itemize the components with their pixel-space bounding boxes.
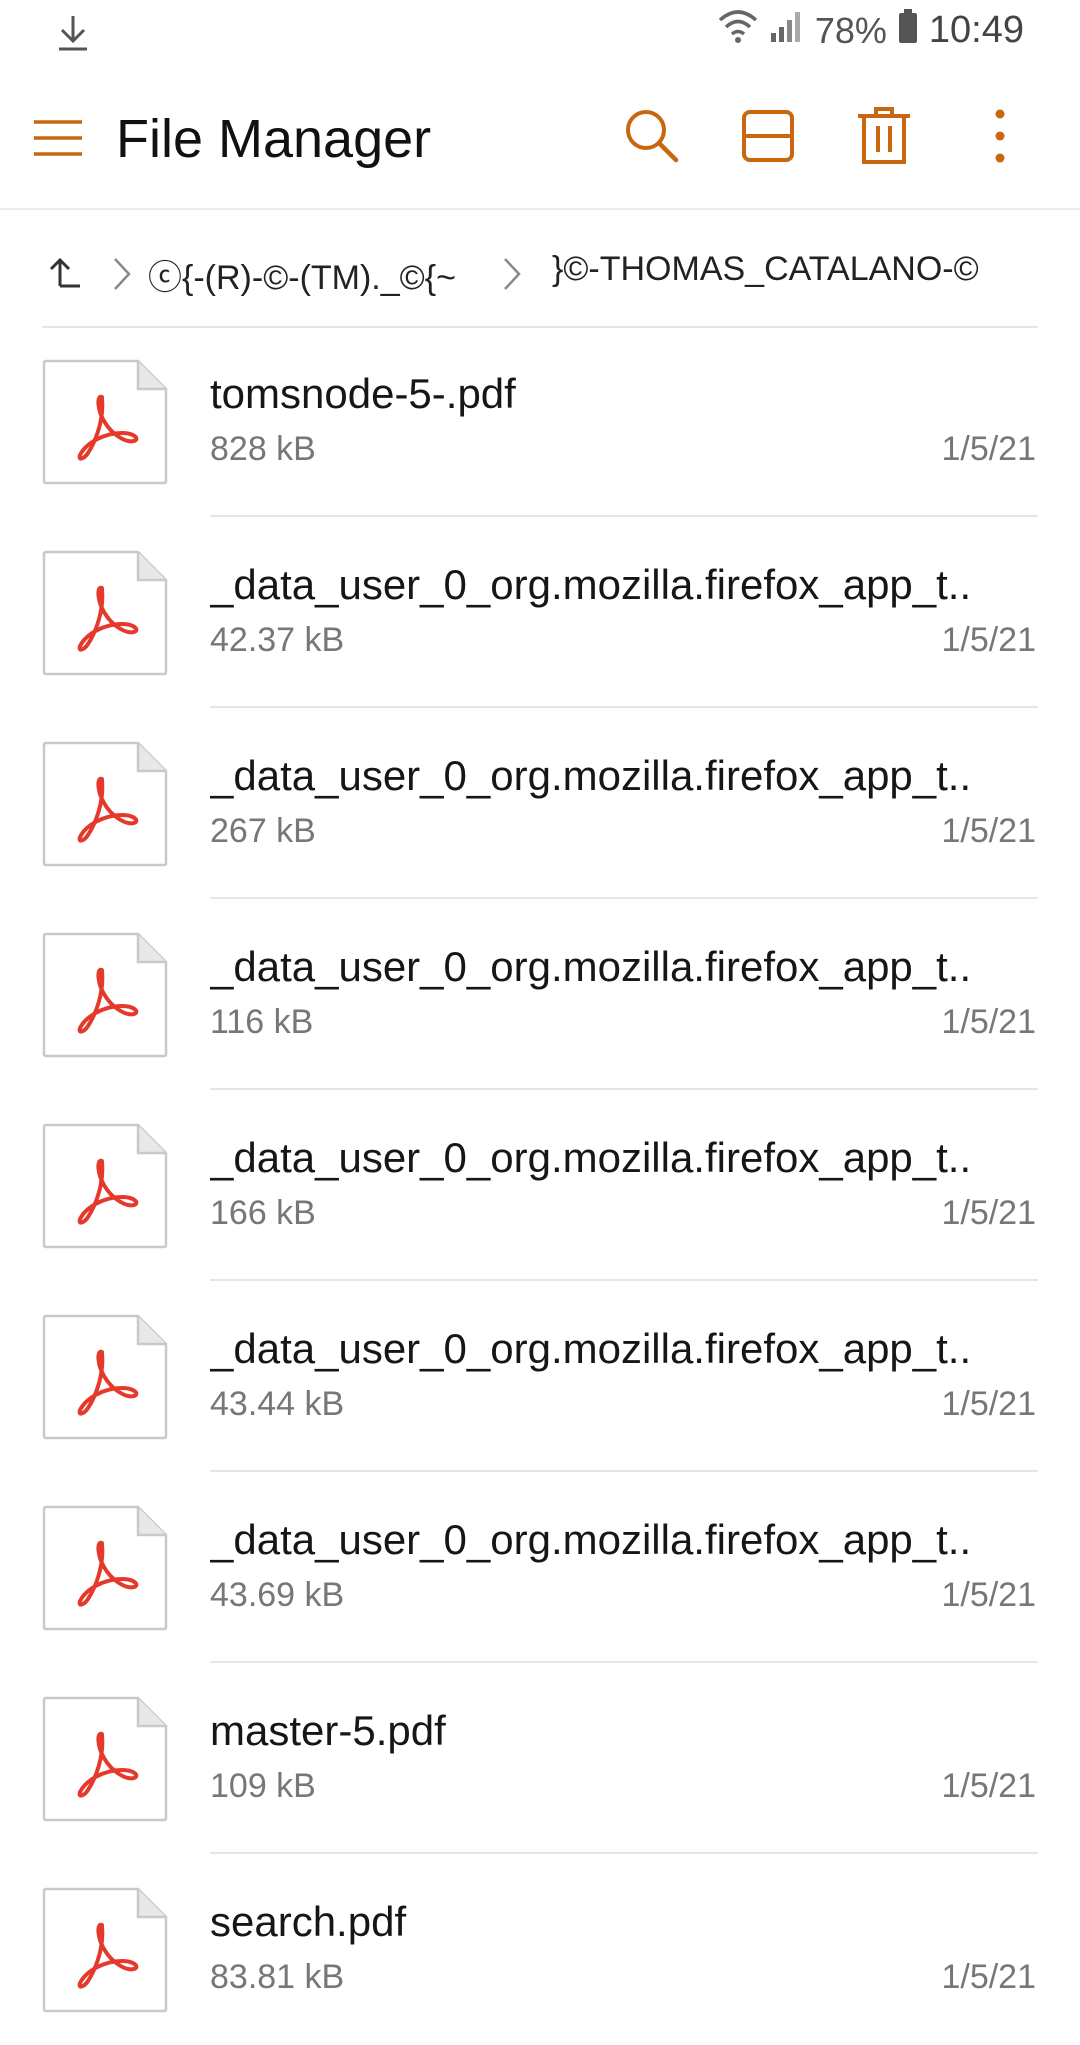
file-size: 43.44 kB [210, 1385, 345, 1423]
list-item[interactable]: master-5.pdf 109 kB 1/5/21 [0, 1663, 1080, 1854]
view-toggle-icon[interactable] [736, 104, 800, 168]
more-vert-icon[interactable] [968, 104, 1032, 168]
breadcrumb-segment[interactable]: ⓒ{-(R)-©-(TM)._©{~ [148, 250, 456, 299]
download-icon [56, 14, 90, 57]
file-name: search.pdf [210, 1898, 407, 1945]
file-name: _data_user_0_org.mozilla.firefox_app_t.. [210, 561, 972, 608]
list-item[interactable]: _data_user_0_org.mozilla.firefox_app_t..… [0, 1472, 1080, 1663]
list-item[interactable]: _data_user_0_org.mozilla.firefox_app_t..… [0, 517, 1080, 708]
file-name: master-5.pdf [210, 1707, 446, 1754]
list-item[interactable]: _data_user_0_org.mozilla.firefox_app_t..… [0, 708, 1080, 899]
file-date: 1/5/21 [941, 1767, 1036, 1805]
page-title: File Manager [116, 109, 432, 169]
file-size: 42.37 kB [210, 621, 345, 659]
signal-icon [769, 9, 805, 52]
menu-icon[interactable] [32, 112, 84, 164]
list-item[interactable]: _data_user_0_org.mozilla.firefox_app_t..… [0, 899, 1080, 1090]
file-date: 1/5/21 [941, 621, 1036, 659]
pdf-file-icon [42, 1123, 168, 1249]
file-name: _data_user_0_org.mozilla.firefox_app_t.. [210, 943, 972, 990]
app-bar: File Manager [0, 66, 1080, 210]
file-date: 1/5/21 [941, 1958, 1036, 1996]
breadcrumb: ⓒ{-(R)-©-(TM)._©{~ }©-THOMAS_CATALANO-© [0, 210, 1080, 328]
search-icon[interactable] [620, 104, 684, 168]
file-size: 116 kB [210, 1003, 314, 1041]
pdf-file-icon [42, 359, 168, 485]
file-date: 1/5/21 [941, 1003, 1036, 1041]
file-size: 109 kB [210, 1767, 316, 1805]
chevron-right-icon [502, 256, 522, 301]
list-item[interactable]: tomsnode-5-.pdf 828 kB 1/5/21 [0, 326, 1080, 517]
file-size: 267 kB [210, 812, 316, 850]
status-bar: 78% 10:49 [0, 0, 1080, 66]
file-size: 828 kB [210, 430, 316, 468]
file-date: 1/5/21 [941, 1385, 1036, 1423]
file-date: 1/5/21 [941, 812, 1036, 850]
up-arrow-icon[interactable] [48, 254, 84, 299]
file-name: _data_user_0_org.mozilla.firefox_app_t.. [210, 1516, 972, 1563]
clock: 10:49 [928, 9, 1024, 51]
file-date: 1/5/21 [941, 1194, 1036, 1232]
file-size: 43.69 kB [210, 1576, 345, 1614]
file-date: 1/5/21 [941, 430, 1036, 468]
file-date: 1/5/21 [941, 1576, 1036, 1614]
pdf-file-icon [42, 1696, 168, 1822]
battery-percent: 78% [814, 9, 887, 51]
list-item[interactable]: _data_user_0_org.mozilla.firefox_app_t..… [0, 1281, 1080, 1472]
file-name: _data_user_0_org.mozilla.firefox_app_t.. [210, 752, 972, 799]
pdf-file-icon [42, 1314, 168, 1440]
breadcrumb-segment-current[interactable]: }©-THOMAS_CATALANO-© [552, 250, 979, 289]
pdf-file-icon [42, 1887, 168, 2013]
file-name: tomsnode-5-.pdf [210, 370, 516, 417]
chevron-right-icon [112, 256, 132, 301]
pdf-file-icon [42, 741, 168, 867]
wifi-icon [717, 8, 759, 53]
trash-icon[interactable] [852, 104, 916, 168]
pdf-file-icon [42, 932, 168, 1058]
pdf-file-icon [42, 1505, 168, 1631]
list-item[interactable]: _data_user_0_org.mozilla.firefox_app_t..… [0, 1090, 1080, 1281]
battery-icon [897, 8, 919, 53]
file-list: tomsnode-5-.pdf 828 kB 1/5/21 _data_user… [0, 326, 1080, 2045]
file-name: _data_user_0_org.mozilla.firefox_app_t.. [210, 1325, 972, 1372]
file-size: 166 kB [210, 1194, 316, 1232]
pdf-file-icon [42, 550, 168, 676]
file-name: _data_user_0_org.mozilla.firefox_app_t.. [210, 1134, 972, 1181]
file-size: 83.81 kB [210, 1958, 345, 1996]
list-item[interactable]: search.pdf 83.81 kB 1/5/21 [0, 1854, 1080, 2045]
